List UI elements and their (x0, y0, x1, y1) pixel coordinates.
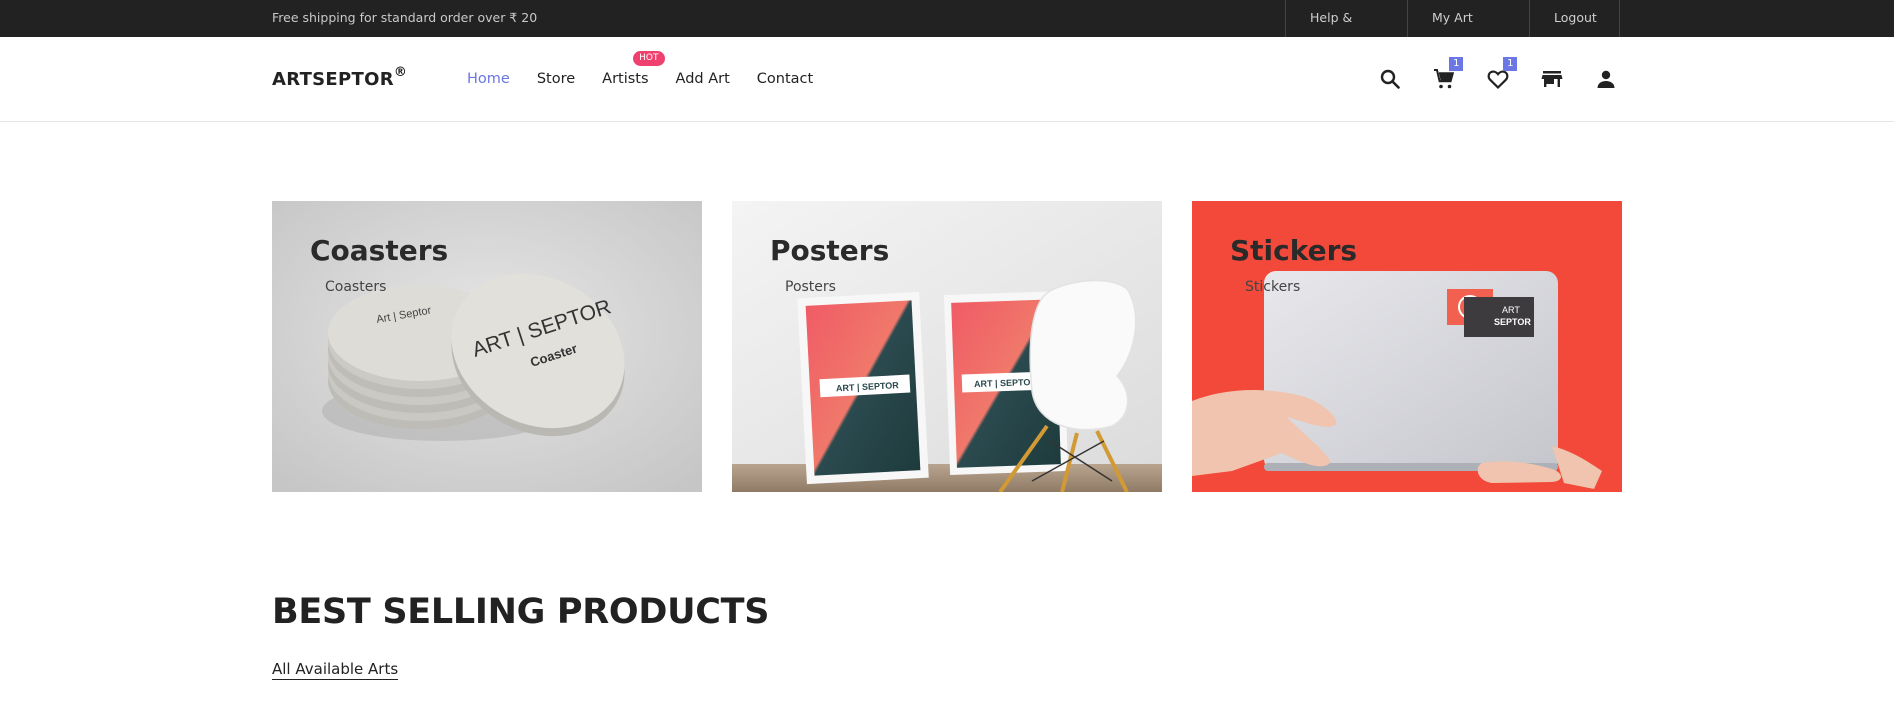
store-icon[interactable] (1540, 67, 1564, 91)
card-subtitle-posters: Posters (785, 279, 836, 295)
svg-text:SEPTOR: SEPTOR (1494, 317, 1531, 327)
header-icons: 1 1 (1378, 57, 1618, 91)
category-card-posters[interactable]: ART | SEPTOR ART | SEPTOR Posters Poster… (732, 201, 1162, 492)
nav-artists-label: Artists (602, 71, 649, 87)
logout-link[interactable]: Logout (1529, 0, 1620, 37)
my-art-store-link[interactable]: My Art Store (1407, 0, 1529, 61)
cart-icon[interactable]: 1 (1432, 57, 1464, 91)
shipping-promo: Free shipping for standard order over ₹ … (272, 10, 538, 25)
nav-home[interactable]: Home (467, 71, 510, 87)
card-subtitle-stickers: Stickers (1245, 279, 1301, 295)
hot-badge: HOT (633, 51, 665, 66)
category-card-coasters[interactable]: Art | Septor ART | SEPTOR Coaster Coaste… (272, 201, 702, 492)
nav-add-art[interactable]: Add Art (676, 71, 730, 87)
search-icon[interactable] (1378, 67, 1402, 91)
card-title-coasters: Coasters (310, 234, 449, 267)
help-faqs-link[interactable]: Help & FAQs (1285, 0, 1407, 61)
category-card-stickers[interactable]: ART SEPTOR Stickers Stickers (1192, 201, 1622, 492)
heart-icon[interactable]: 1 (1486, 57, 1518, 91)
main-nav: Home Store Artists HOT Add Art Contact (467, 51, 840, 87)
top-links: Help & FAQs My Art Store Logout (1285, 0, 1620, 61)
nav-store[interactable]: Store (537, 71, 575, 87)
card-subtitle-coasters: Coasters (325, 279, 387, 295)
best-selling-title: BEST SELLING PRODUCTS (272, 592, 770, 632)
top-bar: Free shipping for standard order over ₹ … (0, 0, 1894, 61)
main-header: ARTSEPTOR® Home Store Artists HOT Add Art… (0, 37, 1894, 122)
user-icon[interactable] (1594, 67, 1618, 91)
nav-artists[interactable]: Artists HOT (602, 51, 665, 87)
registered-mark: ® (393, 65, 408, 80)
category-cards: Art | Septor ART | SEPTOR Coaster Coaste… (272, 201, 1622, 492)
card-title-stickers: Stickers (1230, 234, 1358, 267)
all-available-arts-link[interactable]: All Available Arts (272, 660, 399, 680)
nav-contact[interactable]: Contact (757, 71, 813, 87)
brand-name: ARTSEPTOR (272, 69, 394, 90)
cart-count-badge: 1 (1449, 57, 1464, 71)
svg-text:ART: ART (1502, 305, 1520, 315)
card-title-posters: Posters (770, 234, 890, 267)
wishlist-count-badge: 1 (1503, 57, 1518, 71)
brand-logo[interactable]: ARTSEPTOR® (272, 65, 408, 90)
